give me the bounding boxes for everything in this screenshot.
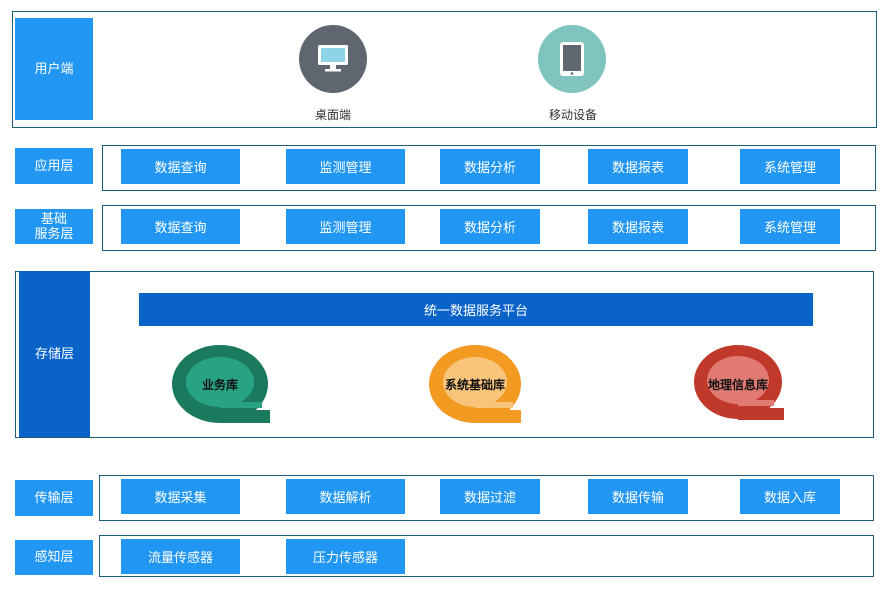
base-item-monitor-mgmt[interactable]: 监测管理 bbox=[286, 209, 405, 244]
sensing-item-pressure-sensor[interactable]: 压力传感器 bbox=[286, 539, 405, 574]
base-item-data-report[interactable]: 数据报表 bbox=[588, 209, 688, 244]
app-item-data-report[interactable]: 数据报表 bbox=[588, 149, 688, 184]
app-item-data-query[interactable]: 数据查询 bbox=[121, 149, 240, 184]
base-layer-label-line2: 服务层 bbox=[34, 226, 74, 242]
transport-item-transmit[interactable]: 数据传输 bbox=[588, 479, 688, 514]
desktop-device[interactable] bbox=[299, 25, 367, 93]
desktop-monitor-icon bbox=[318, 45, 348, 72]
base-item-system-mgmt[interactable]: 系统管理 bbox=[740, 209, 840, 244]
sensing-layer-label: 感知层 bbox=[15, 540, 93, 575]
unified-data-platform[interactable]: 统一数据服务平台 bbox=[139, 293, 813, 326]
transport-item-store[interactable]: 数据入库 bbox=[740, 479, 840, 514]
app-item-system-mgmt[interactable]: 系统管理 bbox=[740, 149, 840, 184]
base-layer-label: 基础 服务层 bbox=[15, 209, 93, 244]
geo-info-db-label: 地理信息库 bbox=[707, 378, 768, 392]
app-item-monitor-mgmt[interactable]: 监测管理 bbox=[286, 149, 405, 184]
system-base-db-label: 系统基础库 bbox=[444, 378, 505, 392]
transport-layer-label: 传输层 bbox=[15, 480, 93, 516]
transport-item-filter[interactable]: 数据过滤 bbox=[440, 479, 540, 514]
app-item-data-analysis[interactable]: 数据分析 bbox=[440, 149, 540, 184]
mobile-device-label: 移动设备 bbox=[548, 108, 597, 122]
mobile-device[interactable] bbox=[538, 25, 606, 93]
storage-layer-label: 存储层 bbox=[19, 271, 90, 437]
transport-item-collect[interactable]: 数据采集 bbox=[121, 479, 240, 514]
base-item-data-query[interactable]: 数据查询 bbox=[121, 209, 240, 244]
user-layer-label: 用户端 bbox=[15, 18, 93, 120]
transport-item-parse[interactable]: 数据解析 bbox=[286, 479, 405, 514]
base-layer-label-line1: 基础 bbox=[40, 211, 67, 227]
app-layer-label: 应用层 bbox=[15, 148, 93, 184]
tablet-icon bbox=[560, 42, 584, 76]
base-item-data-analysis[interactable]: 数据分析 bbox=[440, 209, 540, 244]
user-layer-frame bbox=[12, 11, 877, 128]
business-db-label: 业务库 bbox=[201, 378, 238, 392]
desktop-device-label: 桌面端 bbox=[314, 108, 351, 122]
sensing-item-flow-sensor[interactable]: 流量传感器 bbox=[121, 539, 240, 574]
